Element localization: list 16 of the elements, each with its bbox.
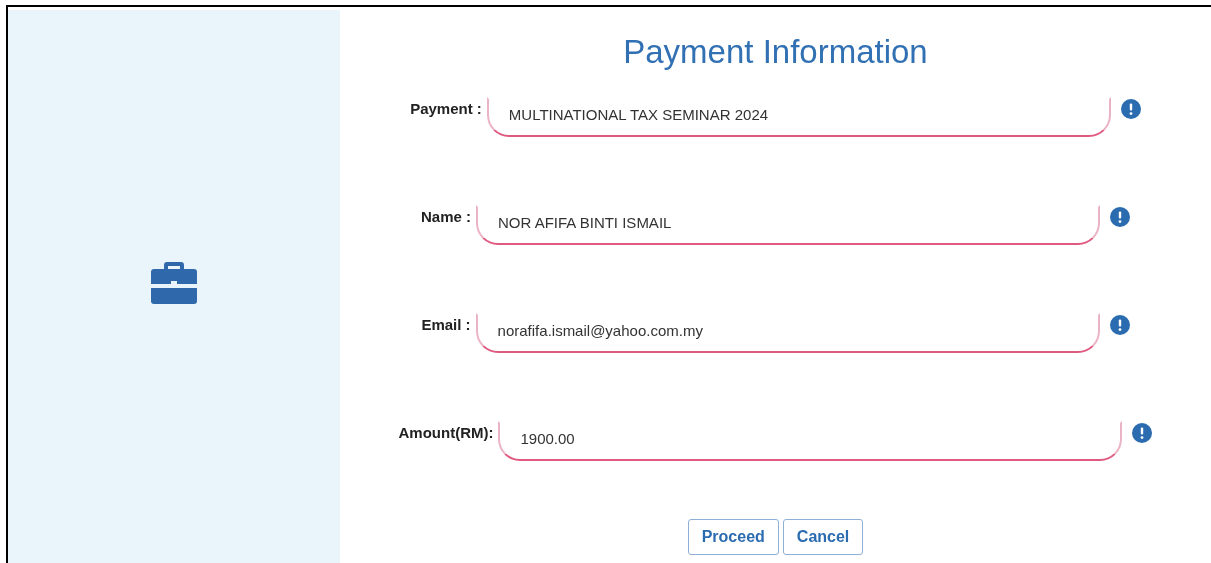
field-label: Email : bbox=[421, 316, 471, 333]
field-label: Payment : bbox=[410, 100, 482, 117]
page-title: Payment Information bbox=[623, 33, 928, 71]
input-field[interactable]: NOR AFIFA BINTI ISMAIL bbox=[476, 205, 1100, 245]
input-field[interactable]: norafifa.ismail@yahoo.com.my bbox=[475, 313, 1100, 353]
info-icon bbox=[1110, 207, 1130, 227]
field-label: Name : bbox=[421, 208, 471, 225]
field-label: Amount(RM): bbox=[398, 424, 494, 441]
info-icon bbox=[1132, 423, 1153, 443]
input-field[interactable]: MULTINATIONAL TAX SEMINAR 2024 bbox=[486, 97, 1111, 137]
input-field[interactable]: 1900.00 bbox=[498, 421, 1123, 461]
cancel-button[interactable]: Cancel bbox=[782, 519, 864, 555]
info-icon bbox=[1109, 315, 1130, 335]
briefcase-icon bbox=[151, 261, 197, 304]
proceed-button[interactable]: Proceed bbox=[687, 519, 779, 555]
info-icon bbox=[1120, 99, 1141, 119]
